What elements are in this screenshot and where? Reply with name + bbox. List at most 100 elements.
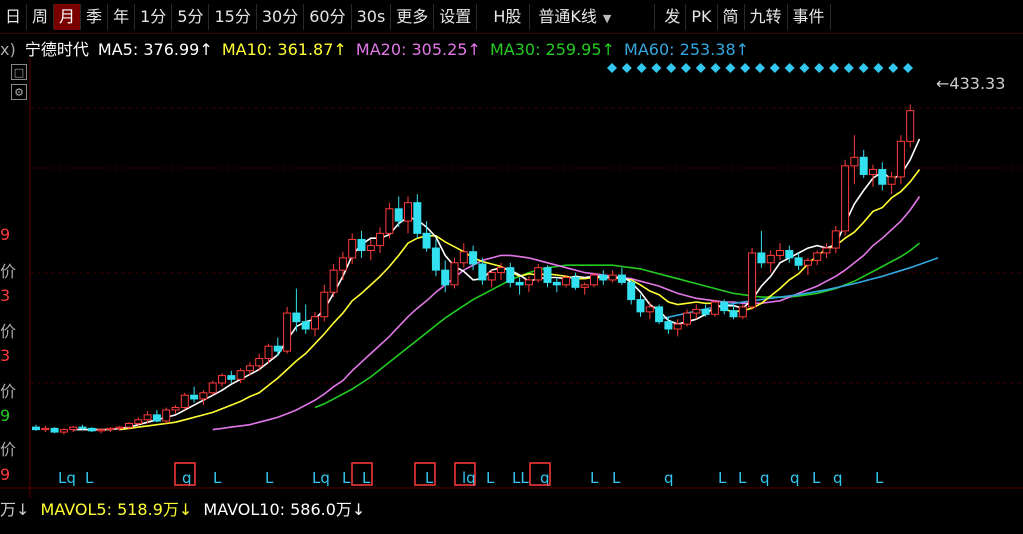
candle-body xyxy=(301,321,310,330)
candle-body xyxy=(497,267,505,274)
signal-label: L xyxy=(486,469,495,487)
toolbar-year-button[interactable]: 年 xyxy=(108,3,136,30)
candle-body xyxy=(757,252,766,264)
signal-diamond-icon xyxy=(769,63,780,73)
candle-body xyxy=(348,238,357,259)
candle-body xyxy=(590,274,598,286)
candle-body xyxy=(134,419,143,424)
candle-body xyxy=(87,427,96,432)
candle-body xyxy=(404,202,412,222)
candle-body xyxy=(562,276,571,286)
candle-body xyxy=(617,274,626,283)
candle-body xyxy=(208,382,217,394)
ma30-value: MA30: 259.95↑ xyxy=(489,40,615,59)
candle-body xyxy=(683,312,691,325)
toolbar-1min-button[interactable]: 1分 xyxy=(135,3,173,30)
toolbar-more-button[interactable]: 更多 xyxy=(391,3,435,30)
toolbar-day-button[interactable]: 日 xyxy=(0,3,28,30)
candle-body xyxy=(859,156,868,175)
candle-body xyxy=(422,232,431,249)
candle-body xyxy=(896,140,905,178)
candle-body xyxy=(831,230,840,249)
price-value: 433.33 xyxy=(949,74,1006,93)
ma-indicator-bar: ⅹ) 宁德时代 MA5: 376.99↑ MA10: 361.87↑ MA20:… xyxy=(0,36,753,59)
candle-body xyxy=(906,110,915,142)
candle-body xyxy=(478,263,487,281)
candle-body xyxy=(329,269,338,293)
toolbar-events-button[interactable]: 事件 xyxy=(788,3,831,30)
candle-body xyxy=(59,429,68,433)
kline-chart[interactable]: Lq Lq L L Lq L L Llq L LL q L Lq L Lq q Lq L xyxy=(0,58,1023,498)
toolbar-fa-button[interactable]: 发 xyxy=(659,3,687,30)
candle-body xyxy=(199,392,208,400)
candle-body xyxy=(524,279,533,286)
volume-indicator-bar: 万↓ MAVOL5: 518.9万↓ MAVOL10: 586.0万↓ xyxy=(0,496,371,519)
left-axis-label: 9 xyxy=(0,465,11,484)
candle-body xyxy=(50,427,59,433)
toolbar-kline-type-button[interactable]: 普通K线 ▼ xyxy=(530,3,656,30)
toolbar-season-button[interactable]: 季 xyxy=(81,3,109,30)
ma5-line xyxy=(73,138,921,431)
candle-body xyxy=(664,321,673,330)
signal-diamond-icon xyxy=(725,63,736,73)
candle-body xyxy=(162,409,171,422)
toolbar-week-button[interactable]: 周 xyxy=(27,3,55,30)
candle-body xyxy=(822,247,831,254)
candle-body xyxy=(338,257,347,271)
candle-body xyxy=(320,291,329,318)
toolbar-jian-button[interactable]: 简 xyxy=(718,3,745,30)
signal-label: L xyxy=(590,469,599,487)
candle-body xyxy=(236,370,245,380)
signal-label: L xyxy=(213,469,222,487)
candle-body xyxy=(841,165,850,232)
mavol-prefix: 万↓ xyxy=(0,500,30,519)
signal-diamond-icon xyxy=(710,63,721,73)
candle-body xyxy=(283,312,292,352)
signal-diamond-icon xyxy=(903,63,913,73)
signal-label: q xyxy=(664,469,674,487)
signal-label: LL xyxy=(512,469,529,487)
signal-diamond-icon xyxy=(666,63,677,73)
candle-body xyxy=(394,208,403,222)
latest-price-label: ←433.33 xyxy=(936,74,1005,93)
candle-body xyxy=(887,176,896,185)
ma10-value: MA10: 361.87↑ xyxy=(221,40,347,59)
candle-body xyxy=(515,281,524,286)
toolbar-pk-button[interactable]: PK xyxy=(686,3,718,30)
toolbar-month-button[interactable]: 月 xyxy=(54,3,82,30)
signal-diamond-icon xyxy=(740,63,751,73)
candle-body xyxy=(431,247,440,271)
toolbar-30s-button[interactable]: 30s xyxy=(352,3,392,30)
candle-body xyxy=(32,426,40,431)
signal-diamond-icon xyxy=(843,63,854,73)
stock-name[interactable]: 宁德时代 xyxy=(25,40,89,59)
ma5-value: MA5: 376.99↑ xyxy=(97,40,213,59)
toolbar-30min-button[interactable]: 30分 xyxy=(257,3,305,30)
candle-body xyxy=(850,156,859,167)
candle-body xyxy=(738,306,747,318)
candle-body xyxy=(636,299,645,313)
candle-body xyxy=(41,427,50,431)
candle-body xyxy=(543,267,552,283)
left-axis-label: 价 xyxy=(0,322,17,341)
signal-diamond-icon xyxy=(858,63,869,73)
candle-body xyxy=(273,345,282,352)
signal-label: L xyxy=(342,469,351,487)
toolbar-15min-button[interactable]: 15分 xyxy=(209,3,257,30)
signal-label: L xyxy=(738,469,747,487)
toolbar-settings-button[interactable]: 设置 xyxy=(434,3,478,30)
toolbar-5min-button[interactable]: 5分 xyxy=(172,3,210,30)
ma20-line xyxy=(212,196,921,431)
candle-body xyxy=(608,274,617,281)
candle-body xyxy=(655,306,664,323)
toolbar-hshare-button[interactable]: H股 xyxy=(485,3,531,30)
toolbar-jiuzhuan-button[interactable]: 九转 xyxy=(745,3,788,30)
candle-body xyxy=(143,414,152,421)
signal-diamond-icon xyxy=(636,63,647,73)
candle-body xyxy=(441,269,450,286)
toolbar-60min-button[interactable]: 60分 xyxy=(304,3,352,30)
ma60-value: MA60: 253.38↑ xyxy=(624,40,750,59)
candle-body xyxy=(190,394,199,400)
left-axis-label: 3 xyxy=(0,346,11,365)
candle-body xyxy=(766,254,775,264)
